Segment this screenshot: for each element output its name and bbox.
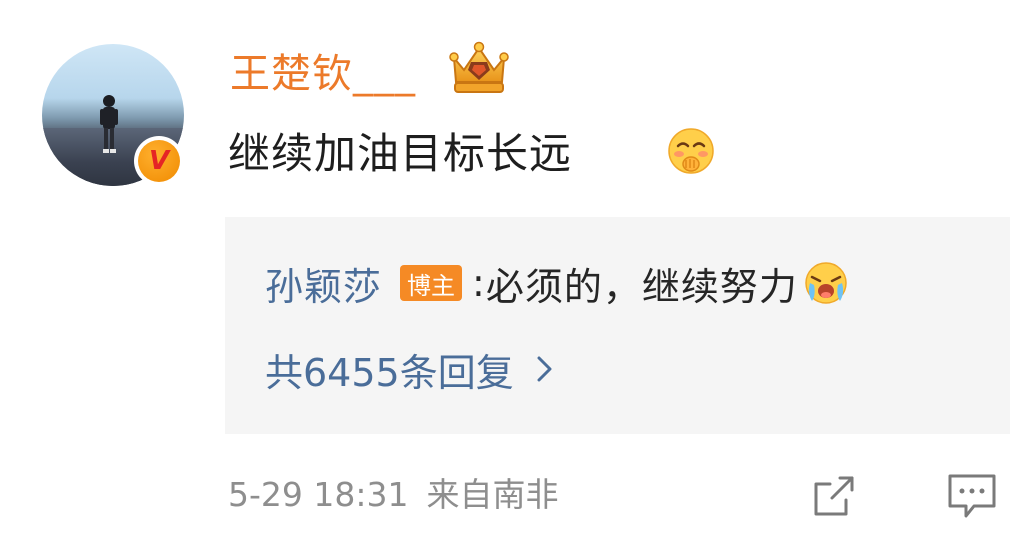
comment-icon[interactable] [944,470,1000,522]
share-icon[interactable] [810,472,858,520]
reply-count-text: 共6455条回复 [265,350,514,395]
reply-author-name[interactable]: 孙颖莎 [265,256,382,311]
weibo-comment-card: V 王楚钦___ 继续加油目标长远 孙颖莎 博主 : 必须的，继续努力 共645… [0,0,1010,542]
comment-meta: 5-29 18:31 来自南非 [228,472,559,518]
comment-source: 来自南非 [426,475,559,514]
comment-timestamp: 5-29 18:31 [228,475,409,514]
reply-text: 必须的，继续努力 [485,264,798,309]
gold-crown-icon [449,41,509,93]
avatar-person-figure [100,95,118,153]
shy-face-emoji-icon [668,128,714,174]
crying-face-emoji-icon [805,262,847,304]
chevron-right-icon [537,356,552,382]
reply-item: 孙颖莎 博主 : 必须的，继续努力 [265,255,850,311]
comment-author-name[interactable]: 王楚钦___ [230,50,416,98]
reply-preview-box[interactable]: 孙颖莎 博主 : 必须的，继续努力 共6455条回复 [225,217,1010,434]
reply-separator: : [472,261,486,305]
verified-badge-icon: V [134,136,184,186]
comment-text: 继续加油目标长远 [228,129,573,178]
verified-badge-letter: V [148,146,170,176]
view-all-replies-link[interactable]: 共6455条回复 [265,341,556,397]
blogger-badge: 博主 [400,265,463,301]
